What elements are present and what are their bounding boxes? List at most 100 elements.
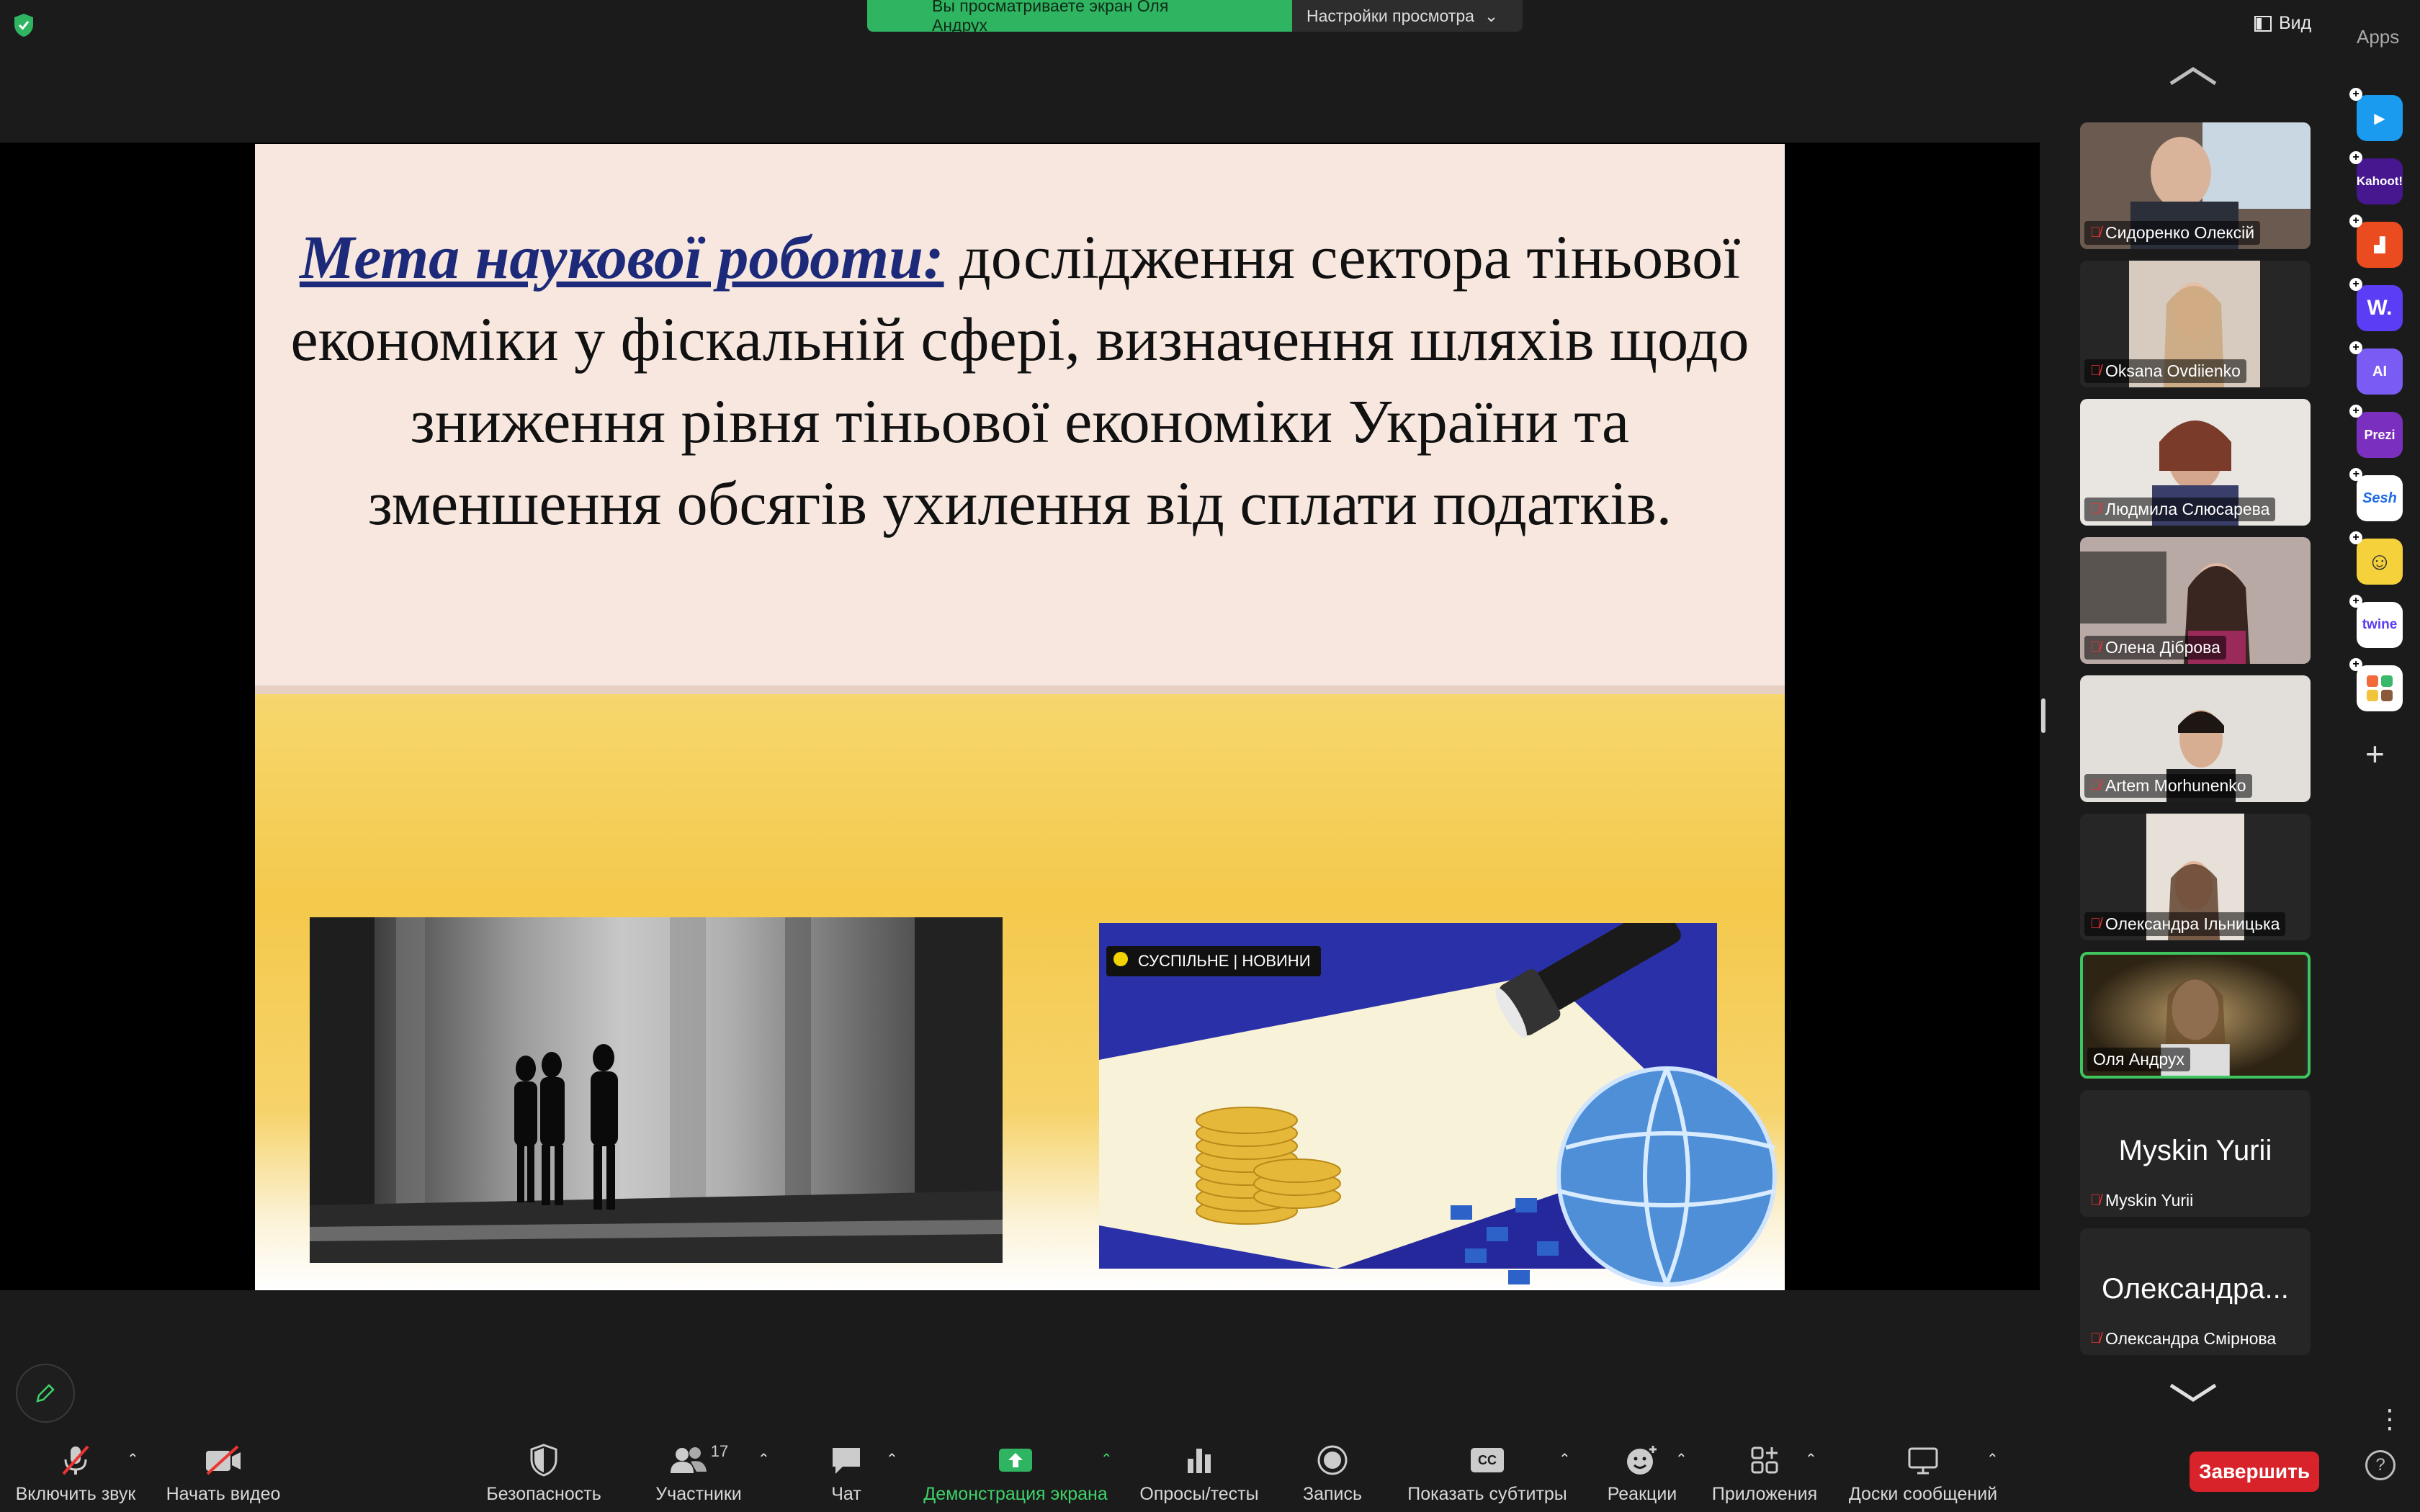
reactions-options-caret-icon[interactable]: ⌃ bbox=[1675, 1450, 1688, 1468]
apps-icon bbox=[1751, 1446, 1778, 1474]
app-label: Prezi bbox=[2364, 427, 2396, 442]
news-logo-icon bbox=[1113, 952, 1128, 966]
add-icon: + bbox=[2349, 658, 2362, 671]
captions-label: Показать субтитры bbox=[1407, 1484, 1567, 1504]
whiteboards-label: Доски сообщений bbox=[1848, 1484, 1998, 1504]
apps-options-caret-icon[interactable]: ⌃ bbox=[1805, 1450, 1817, 1468]
view-label: Вид bbox=[2279, 13, 2312, 33]
participants-count: 17 bbox=[710, 1442, 729, 1460]
participant-tile[interactable]: 🎙̸ Олена Діброва bbox=[2080, 537, 2311, 664]
participant-tile[interactable]: Олександра... 🎙̸ Олександра Смірнова bbox=[2080, 1228, 2311, 1355]
polls-button[interactable]: Опросы/тесты bbox=[1131, 1434, 1268, 1512]
emoji-app-icon[interactable]: + ☺ bbox=[2349, 531, 2403, 585]
participant-tile[interactable]: 🎙̸ Людмила Слюсарева bbox=[2080, 399, 2311, 526]
participant-name-label: Оля Андрух bbox=[2087, 1048, 2190, 1071]
grid-app-icon[interactable]: + bbox=[2349, 658, 2403, 711]
slide-image-area: СУСПІЛЬНЕ | НОВИНИ bbox=[255, 694, 1785, 1290]
share-screen-button[interactable]: Демонстрация экрана bbox=[915, 1434, 1116, 1512]
chat-button[interactable]: Чат bbox=[814, 1434, 879, 1512]
reactions-button[interactable]: Реакции bbox=[1599, 1434, 1685, 1512]
participants-options-caret-icon[interactable]: ⌃ bbox=[758, 1450, 770, 1468]
participant-tile[interactable]: Myskin Yurii 🎙̸ Myskin Yurii bbox=[2080, 1090, 2311, 1217]
screen-share-banner: Вы просматриваете экран Оля Андрух Настр… bbox=[867, 0, 1523, 32]
globe-graphic bbox=[1451, 1066, 1777, 1287]
news-badge-label: СУСПІЛЬНЕ | НОВИНИ bbox=[1138, 952, 1311, 970]
whiteboard-icon bbox=[1908, 1447, 1938, 1475]
grid-icon bbox=[2367, 675, 2393, 701]
help-icon[interactable]: ? bbox=[2365, 1450, 2396, 1480]
mic-muted-icon: 🎙̸ bbox=[2090, 916, 2101, 932]
view-options-button[interactable]: Настройки просмотра ⌄ bbox=[1292, 0, 1523, 32]
ai-app-icon[interactable]: + AI bbox=[2349, 341, 2403, 395]
mic-muted-icon: 🎙̸ bbox=[2090, 225, 2101, 240]
record-button[interactable]: Запись bbox=[1289, 1434, 1376, 1512]
meeting-toolbar: Включить звук ⌃ Начать видео Безопасност… bbox=[0, 1434, 2348, 1512]
panel-resize-handle[interactable] bbox=[2041, 698, 2045, 733]
app-label: twine bbox=[2362, 617, 2398, 632]
participant-tile[interactable]: 🎙̸ Oksana Ovdiienko bbox=[2080, 261, 2311, 387]
app-icon[interactable]: + ▶ bbox=[2349, 88, 2403, 141]
view-button[interactable]: Вид bbox=[2254, 13, 2311, 34]
record-icon bbox=[1317, 1445, 1348, 1475]
add-icon: + bbox=[2349, 88, 2362, 101]
captions-options-caret-icon[interactable]: ⌃ bbox=[1559, 1450, 1571, 1468]
chevron-down-icon: ⌄ bbox=[1484, 6, 1499, 25]
participant-name: Олена Діброва bbox=[2105, 638, 2220, 657]
participant-display-name: Myskin Yurii bbox=[2118, 1135, 2272, 1166]
participant-name: Сидоренко Олексій bbox=[2105, 223, 2255, 242]
slide-title: Мета наукової роботи: bbox=[299, 222, 944, 292]
more-options-icon[interactable]: ⋮ bbox=[2377, 1404, 2403, 1434]
polls-label: Опросы/тесты bbox=[1139, 1484, 1259, 1504]
app-icon[interactable]: + ▟ bbox=[2349, 215, 2403, 268]
participant-tile[interactable]: 🎙̸ Олександра Ільницька bbox=[2080, 814, 2311, 940]
captions-button[interactable]: CC Показать субтитры bbox=[1404, 1434, 1570, 1512]
mic-muted-icon: 🎙̸ bbox=[2090, 1192, 2101, 1208]
whiteboards-options-caret-icon[interactable]: ⌃ bbox=[1986, 1450, 1999, 1468]
add-icon: + bbox=[2349, 215, 2362, 228]
unmute-button[interactable]: Включить звук bbox=[7, 1434, 144, 1512]
kahoot-app-icon[interactable]: + Kahoot! bbox=[2349, 151, 2403, 204]
participant-name: Artem Morhunenko bbox=[2105, 776, 2246, 795]
security-button[interactable]: Безопасность bbox=[475, 1434, 612, 1512]
participant-tile[interactable]: 🎙̸ Artem Morhunenko bbox=[2080, 675, 2311, 802]
closed-captions-icon: CC bbox=[1471, 1448, 1504, 1472]
layout-icon bbox=[2254, 15, 2272, 32]
app-label: AI bbox=[2372, 363, 2387, 379]
participant-tile[interactable]: 🎙̸ Сидоренко Олексій bbox=[2080, 122, 2311, 249]
pencil-icon bbox=[36, 1384, 55, 1403]
add-app-icon[interactable]: + bbox=[2365, 734, 2385, 773]
unmute-label: Включить звук bbox=[15, 1484, 136, 1504]
record-label: Запись bbox=[1302, 1484, 1363, 1504]
chat-options-caret-icon[interactable]: ⌃ bbox=[886, 1450, 898, 1468]
participants-button[interactable]: 17 Участники bbox=[634, 1434, 763, 1512]
end-meeting-button[interactable]: Завершить bbox=[2190, 1452, 2319, 1492]
viewing-screen-text: Вы просматриваете экран Оля Андрух bbox=[867, 0, 1292, 32]
reactions-label: Реакции bbox=[1607, 1484, 1677, 1504]
share-screen-icon bbox=[999, 1449, 1032, 1472]
audio-options-caret-icon[interactable]: ⌃ bbox=[127, 1450, 139, 1468]
share-options-caret-icon[interactable]: ⌃ bbox=[1101, 1450, 1113, 1468]
prezi-app-icon[interactable]: + Prezi bbox=[2349, 405, 2403, 458]
news-badge: СУСПІЛЬНЕ | НОВИНИ bbox=[1106, 946, 1321, 976]
security-label: Безопасность bbox=[486, 1484, 601, 1504]
mic-muted-icon: 🎙̸ bbox=[2090, 363, 2101, 379]
add-icon: + bbox=[2349, 341, 2362, 354]
shadow-silhouettes-photo bbox=[310, 917, 1003, 1263]
encryption-shield-icon[interactable] bbox=[13, 13, 35, 37]
chevron-down-icon[interactable] bbox=[2168, 1382, 2218, 1404]
w-app-icon[interactable]: + W. bbox=[2349, 278, 2403, 331]
chevron-up-icon[interactable] bbox=[2168, 65, 2218, 86]
polls-chart-icon bbox=[1188, 1449, 1211, 1473]
twine-app-icon[interactable]: + twine bbox=[2349, 595, 2403, 648]
start-video-button[interactable]: Начать видео bbox=[153, 1434, 294, 1512]
participant-tile-active-speaker[interactable]: Оля Андрух bbox=[2080, 952, 2311, 1079]
whiteboards-button[interactable]: Доски сообщений bbox=[1837, 1434, 2009, 1512]
apps-button[interactable]: Приложения bbox=[1700, 1434, 1829, 1512]
microphone-muted-icon bbox=[62, 1445, 89, 1475]
sesh-app-icon[interactable]: + Sesh bbox=[2349, 468, 2403, 521]
presentation-slide: Мета наукової роботи: дослідження сектор… bbox=[255, 144, 1785, 1290]
annotate-button[interactable] bbox=[16, 1364, 75, 1423]
mic-muted-icon: 🎙̸ bbox=[2090, 501, 2101, 517]
mic-muted-icon: 🎙̸ bbox=[2090, 639, 2101, 655]
add-icon: + bbox=[2349, 151, 2362, 164]
